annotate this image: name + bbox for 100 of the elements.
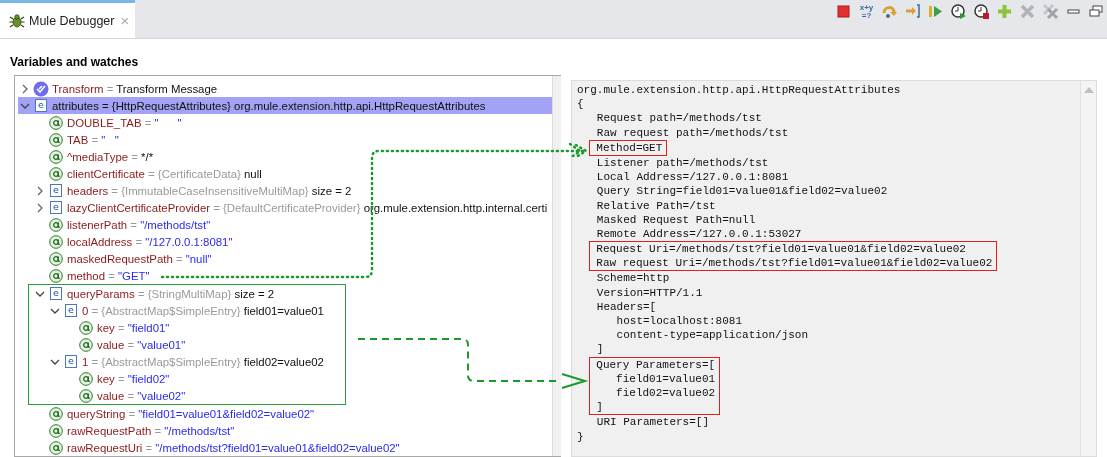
- attribute-icon: [49, 406, 63, 421]
- attribute-icon: [79, 337, 93, 352]
- transform-icon: [33, 80, 49, 97]
- object-icon: e: [50, 201, 62, 214]
- object-icon: e: [50, 184, 62, 197]
- attribute-icon: [79, 320, 93, 335]
- variable-text: value = "value01": [97, 338, 186, 351]
- tree-row[interactable]: e attributes = {HttpRequestAttributes} org.mule.extension.http.api.HttpRequestAttributes: [18, 97, 552, 114]
- expand-icon[interactable]: [35, 185, 45, 196]
- tree-row[interactable]: e 0 = {AbstractMap$SimpleEntry} field01=value01: [48, 302, 345, 319]
- object-icon: e: [35, 99, 47, 112]
- detail-line: field01=value01: [615, 371, 716, 386]
- expand-icon[interactable]: [35, 202, 45, 213]
- detail-line: Query Parameters=[: [595, 357, 716, 372]
- variable-text: rawRequestPath = "/methods/tst": [67, 424, 235, 437]
- tree-row[interactable]: queryString = "field01=value01&field02=value02": [33, 405, 552, 422]
- restore-icon[interactable]: [1088, 3, 1105, 20]
- tree-row[interactable]: clientCertificate = {CertificateData} null: [33, 165, 552, 182]
- variable-text: maskedRequestPath = "null": [67, 252, 212, 265]
- scrollbar[interactable]: [1080, 81, 1096, 456]
- variable-text: 1 = {AbstractMap$SimpleEntry} field02=value02: [82, 355, 324, 368]
- variable-text: clientCertificate = {CertificateData} null: [67, 167, 262, 180]
- variable-text: value = "value02": [97, 389, 186, 402]
- variable-text: ^mediaType = */*: [67, 150, 154, 163]
- object-icon: e: [65, 355, 77, 368]
- variable-text: key = "field02": [97, 372, 170, 385]
- tree-row[interactable]: e queryParams = {StringMultiMap} size = 2: [33, 285, 345, 302]
- attribute-icon: [79, 371, 93, 386]
- attribute-icon: [49, 217, 63, 232]
- detail-line: Query String=field01=value01&field02=value02: [595, 184, 889, 199]
- detail-line: content-type=application/json: [615, 328, 810, 343]
- variable-text: method = "GET": [67, 269, 150, 282]
- variable-text: localAddress = "/127.0.0.1:8081": [67, 235, 233, 248]
- clock-icon[interactable]: [950, 3, 967, 20]
- variable-text: TAB = " ": [67, 133, 119, 146]
- variable-text: headers = {ImmutableCaseInsensitiveMultiMap} size = 2: [67, 184, 352, 197]
- section-title: Variables and watches: [10, 55, 140, 69]
- detail-line: field02=value02: [615, 385, 716, 401]
- detail-line: Request path=/methods/tst: [595, 111, 763, 126]
- detail-line: Masked Request Path=null: [595, 212, 757, 227]
- variable-text: key = "field01": [97, 321, 170, 334]
- variable-text: queryString = "field01=value01&field02=value02": [67, 407, 315, 420]
- detail-line: Listener path=/methods/tst: [595, 155, 770, 171]
- scrollbar[interactable]: [552, 76, 561, 456]
- detail-line: }: [577, 429, 585, 444]
- object-icon: e: [50, 287, 62, 300]
- detail-line: Relative Path=/tst: [595, 198, 717, 213]
- attribute-icon: [49, 132, 63, 147]
- tree-row[interactable]: e lazyClientCertificateProvider = {DefaultCertificateProvider} org.mule.extension.http.internal.certi: [33, 199, 552, 216]
- detail-line: Local Address=/127.0.0.1:8081: [595, 170, 790, 185]
- tree-row[interactable]: method = "GET": [33, 267, 552, 284]
- tree-row[interactable]: Transform = Transform Message: [18, 80, 552, 97]
- clock-icon[interactable]: [973, 3, 990, 20]
- tree-row[interactable]: ^mediaType = */*: [33, 148, 552, 165]
- detail-line: {: [577, 97, 585, 112]
- detail-line: URI Parameters=[]: [595, 415, 711, 430]
- tree-row[interactable]: value = "value01": [63, 336, 345, 353]
- resume-icon[interactable]: [927, 3, 944, 20]
- tree-row[interactable]: e 1 = {AbstractMap$SimpleEntry} field02=value02: [48, 353, 345, 370]
- variable-text: 0 = {AbstractMap$SimpleEntry} field01=value01: [82, 304, 324, 317]
- tree-row[interactable]: DOUBLE_TAB = " ": [33, 114, 552, 131]
- attribute-icon: [49, 423, 63, 438]
- detail-line: Version=HTTP/1.1: [595, 285, 704, 300]
- debugger-tab[interactable]: Mule Debugger ×: [0, 0, 136, 38]
- tree-row[interactable]: key = "field01": [63, 319, 345, 336]
- attribute-icon: [79, 388, 93, 403]
- detail-line: Raw request path=/methods/tst: [595, 125, 790, 140]
- detail-line: Scheme=http: [595, 271, 671, 286]
- attribute-icon: [49, 440, 63, 455]
- tree-row[interactable]: key = "field02": [63, 370, 345, 387]
- attribute-icon: [49, 234, 63, 249]
- attribute-icon: [49, 149, 63, 164]
- attribute-icon: [49, 251, 63, 266]
- detail-line: org.mule.extension.http.api.HttpRequestAttributes: [577, 83, 902, 98]
- tree-row[interactable]: maskedRequestPath = "null": [33, 250, 552, 267]
- tree-row[interactable]: rawRequestPath = "/methods/tst": [33, 422, 552, 439]
- tree-row[interactable]: listenerPath = "/methods/tst": [33, 216, 552, 233]
- tree-row[interactable]: localAddress = "/127.0.0.1:8081": [33, 233, 552, 250]
- tree-row[interactable]: rawRequestUri = "/methods/tst?field01=value01&field02=value02": [33, 439, 552, 456]
- detail-line: Request Uri=/methods/tst?field01=value01&field02=value02: [595, 242, 967, 257]
- variable-text: Transform = Transform Message: [52, 82, 218, 95]
- attribute-icon: [49, 268, 63, 283]
- step-into-icon[interactable]: [904, 3, 921, 20]
- tree-row[interactable]: value = "value02": [63, 387, 345, 404]
- stop-icon[interactable]: [835, 3, 852, 20]
- bug-icon: [9, 12, 25, 29]
- variable-text: rawRequestUri = "/methods/tst?field01=value01&field02=value02": [67, 441, 400, 454]
- attribute-icon: [49, 166, 63, 181]
- attribute-icon: [49, 115, 63, 130]
- variable-text: listenerPath = "/methods/tst": [67, 218, 211, 231]
- detail-line: ]: [595, 342, 605, 357]
- detail-line: ]: [595, 400, 604, 415]
- tree-row[interactable]: TAB = " ": [33, 131, 552, 148]
- step-over-icon[interactable]: [881, 3, 898, 20]
- variable-text: attributes = {HttpRequestAttributes} org.mule.extension.http.api.HttpRequestAttributes: [52, 99, 486, 112]
- variable-text: DOUBLE_TAB = " ": [67, 116, 182, 129]
- evaluate-button[interactable]: x+y =?: [858, 3, 875, 20]
- expand-icon[interactable]: [20, 83, 30, 94]
- detail-line: host=localhost:8081: [615, 314, 744, 329]
- tree-row[interactable]: e headers = {ImmutableCaseInsensitiveMultiMap} size = 2: [33, 182, 552, 199]
